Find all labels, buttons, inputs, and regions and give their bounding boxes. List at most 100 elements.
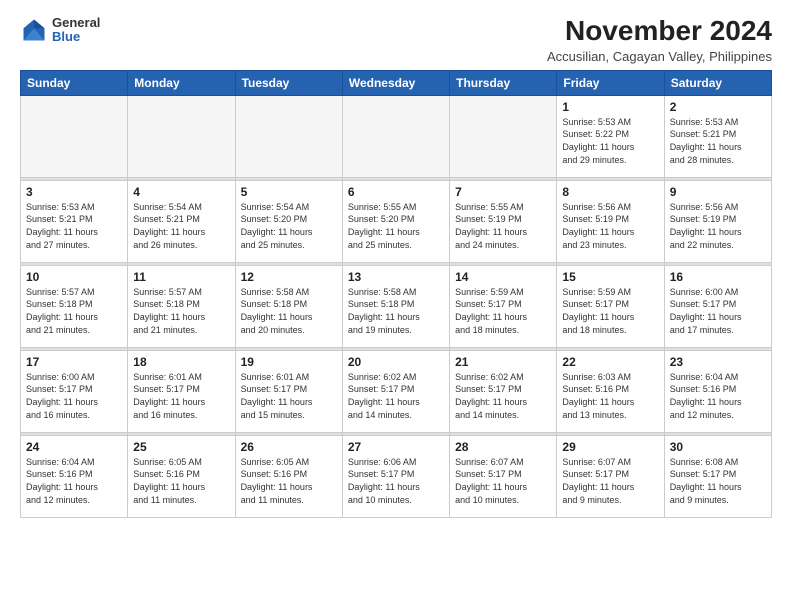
day-detail: Sunrise: 6:00 AM Sunset: 5:17 PM Dayligh…: [26, 371, 122, 421]
calendar-cell: 16 Sunrise: 6:00 AM Sunset: 5:17 PM Dayli…: [664, 265, 771, 347]
day-number: 11: [133, 270, 229, 284]
logo-general: General: [52, 16, 100, 30]
calendar-cell: 22Sunrise: 6:03 AM Sunset: 5:16 PM Dayli…: [557, 350, 664, 432]
day-number: 28: [455, 440, 551, 454]
day-detail: Sunrise: 5:55 AM Sunset: 5:20 PM Dayligh…: [348, 201, 444, 251]
day-number: 8: [562, 185, 658, 199]
calendar-cell: 11Sunrise: 5:57 AM Sunset: 5:18 PM Dayli…: [128, 265, 235, 347]
day-header-monday: Monday: [128, 70, 235, 95]
day-detail: Sunrise: 6:04 AM Sunset: 5:16 PM Dayligh…: [26, 456, 122, 506]
calendar-cell: 24Sunrise: 6:04 AM Sunset: 5:16 PM Dayli…: [21, 435, 128, 517]
calendar-week-row-3: 10Sunrise: 5:57 AM Sunset: 5:18 PM Dayli…: [21, 265, 772, 347]
day-detail: Sunrise: 5:56 AM Sunset: 5:19 PM Dayligh…: [562, 201, 658, 251]
day-header-friday: Friday: [557, 70, 664, 95]
day-detail: Sunrise: 6:04 AM Sunset: 5:16 PM Dayligh…: [670, 371, 766, 421]
calendar-cell: 12 Sunrise: 5:58 AM Sunset: 5:18 PM Dayli…: [235, 265, 342, 347]
calendar-cell: 19 Sunrise: 6:01 AM Sunset: 5:17 PM Dayli…: [235, 350, 342, 432]
day-detail: Sunrise: 5:59 AM Sunset: 5:17 PM Dayligh…: [562, 286, 658, 336]
day-detail: Sunrise: 6:00 AM Sunset: 5:17 PM Dayligh…: [670, 286, 766, 336]
day-number: 13: [348, 270, 444, 284]
calendar-week-row-2: 3Sunrise: 5:53 AM Sunset: 5:21 PM Daylig…: [21, 180, 772, 262]
logo-icon: [20, 16, 48, 44]
day-detail: Sunrise: 6:01 AM Sunset: 5:17 PM Dayligh…: [133, 371, 229, 421]
day-detail: Sunrise: 5:56 AM Sunset: 5:19 PM Dayligh…: [670, 201, 766, 251]
calendar-cell: 7Sunrise: 5:55 AM Sunset: 5:19 PM Daylig…: [450, 180, 557, 262]
calendar-cell: [128, 95, 235, 177]
day-detail: Sunrise: 5:58 AM Sunset: 5:18 PM Dayligh…: [241, 286, 337, 336]
header: General Blue November 2024 Accusilian, C…: [20, 16, 772, 64]
day-number: 3: [26, 185, 122, 199]
calendar-week-row-4: 17 Sunrise: 6:00 AM Sunset: 5:17 PM Dayli…: [21, 350, 772, 432]
day-detail: Sunrise: 6:05 AM Sunset: 5:16 PM Dayligh…: [241, 456, 337, 506]
calendar-cell: 23 Sunrise: 6:04 AM Sunset: 5:16 PM Dayli…: [664, 350, 771, 432]
day-number: 2: [670, 100, 766, 114]
calendar-cell: 14 Sunrise: 5:59 AM Sunset: 5:17 PM Dayli…: [450, 265, 557, 347]
calendar-cell: 30Sunrise: 6:08 AM Sunset: 5:17 PM Dayli…: [664, 435, 771, 517]
day-number: 23: [670, 355, 766, 369]
day-detail: Sunrise: 5:59 AM Sunset: 5:17 PM Dayligh…: [455, 286, 551, 336]
page: General Blue November 2024 Accusilian, C…: [0, 0, 792, 612]
day-number: 17: [26, 355, 122, 369]
day-detail: Sunrise: 5:54 AM Sunset: 5:21 PM Dayligh…: [133, 201, 229, 251]
calendar-cell: 21 Sunrise: 6:02 AM Sunset: 5:17 PM Dayli…: [450, 350, 557, 432]
day-header-thursday: Thursday: [450, 70, 557, 95]
day-number: 15: [562, 270, 658, 284]
day-number: 20: [348, 355, 444, 369]
day-number: 4: [133, 185, 229, 199]
day-number: 19: [241, 355, 337, 369]
calendar-cell: 29 Sunrise: 6:07 AM Sunset: 5:17 PM Dayli…: [557, 435, 664, 517]
day-number: 12: [241, 270, 337, 284]
day-number: 22: [562, 355, 658, 369]
calendar-cell: [342, 95, 449, 177]
day-number: 25: [133, 440, 229, 454]
calendar-week-row-5: 24Sunrise: 6:04 AM Sunset: 5:16 PM Dayli…: [21, 435, 772, 517]
calendar-header-row: SundayMondayTuesdayWednesdayThursdayFrid…: [21, 70, 772, 95]
day-header-tuesday: Tuesday: [235, 70, 342, 95]
calendar-table: SundayMondayTuesdayWednesdayThursdayFrid…: [20, 70, 772, 518]
day-detail: Sunrise: 6:08 AM Sunset: 5:17 PM Dayligh…: [670, 456, 766, 506]
day-number: 27: [348, 440, 444, 454]
day-number: 5: [241, 185, 337, 199]
calendar-week-row-1: 1 Sunrise: 5:53 AM Sunset: 5:22 PM Daylig…: [21, 95, 772, 177]
day-detail: Sunrise: 5:57 AM Sunset: 5:18 PM Dayligh…: [26, 286, 122, 336]
location-subtitle: Accusilian, Cagayan Valley, Philippines: [547, 49, 772, 64]
day-number: 14: [455, 270, 551, 284]
day-header-wednesday: Wednesday: [342, 70, 449, 95]
calendar-cell: 27 Sunrise: 6:06 AM Sunset: 5:17 PM Dayli…: [342, 435, 449, 517]
day-detail: Sunrise: 6:07 AM Sunset: 5:17 PM Dayligh…: [562, 456, 658, 506]
calendar-cell: [21, 95, 128, 177]
day-detail: Sunrise: 6:01 AM Sunset: 5:17 PM Dayligh…: [241, 371, 337, 421]
calendar-cell: 17 Sunrise: 6:00 AM Sunset: 5:17 PM Dayli…: [21, 350, 128, 432]
calendar-cell: 26 Sunrise: 6:05 AM Sunset: 5:16 PM Dayli…: [235, 435, 342, 517]
calendar-cell: 18 Sunrise: 6:01 AM Sunset: 5:17 PM Dayli…: [128, 350, 235, 432]
calendar-cell: 2 Sunrise: 5:53 AM Sunset: 5:21 PM Daylig…: [664, 95, 771, 177]
day-detail: Sunrise: 5:58 AM Sunset: 5:18 PM Dayligh…: [348, 286, 444, 336]
calendar-cell: 6 Sunrise: 5:55 AM Sunset: 5:20 PM Daylig…: [342, 180, 449, 262]
day-header-saturday: Saturday: [664, 70, 771, 95]
calendar-cell: [450, 95, 557, 177]
day-detail: Sunrise: 6:02 AM Sunset: 5:17 PM Dayligh…: [348, 371, 444, 421]
title-area: November 2024 Accusilian, Cagayan Valley…: [547, 16, 772, 64]
day-detail: Sunrise: 5:53 AM Sunset: 5:21 PM Dayligh…: [670, 116, 766, 166]
day-number: 21: [455, 355, 551, 369]
day-number: 9: [670, 185, 766, 199]
day-header-sunday: Sunday: [21, 70, 128, 95]
day-detail: Sunrise: 6:02 AM Sunset: 5:17 PM Dayligh…: [455, 371, 551, 421]
calendar-cell: 10Sunrise: 5:57 AM Sunset: 5:18 PM Dayli…: [21, 265, 128, 347]
day-number: 29: [562, 440, 658, 454]
day-number: 1: [562, 100, 658, 114]
day-detail: Sunrise: 5:55 AM Sunset: 5:19 PM Dayligh…: [455, 201, 551, 251]
day-number: 6: [348, 185, 444, 199]
day-detail: Sunrise: 6:06 AM Sunset: 5:17 PM Dayligh…: [348, 456, 444, 506]
day-detail: Sunrise: 5:53 AM Sunset: 5:22 PM Dayligh…: [562, 116, 658, 166]
day-number: 18: [133, 355, 229, 369]
month-title: November 2024: [547, 16, 772, 47]
day-number: 26: [241, 440, 337, 454]
logo-text: General Blue: [52, 16, 100, 45]
day-number: 16: [670, 270, 766, 284]
logo: General Blue: [20, 16, 100, 45]
calendar-cell: 13 Sunrise: 5:58 AM Sunset: 5:18 PM Dayli…: [342, 265, 449, 347]
calendar-cell: 20 Sunrise: 6:02 AM Sunset: 5:17 PM Dayli…: [342, 350, 449, 432]
day-detail: Sunrise: 6:07 AM Sunset: 5:17 PM Dayligh…: [455, 456, 551, 506]
calendar-cell: 9 Sunrise: 5:56 AM Sunset: 5:19 PM Daylig…: [664, 180, 771, 262]
